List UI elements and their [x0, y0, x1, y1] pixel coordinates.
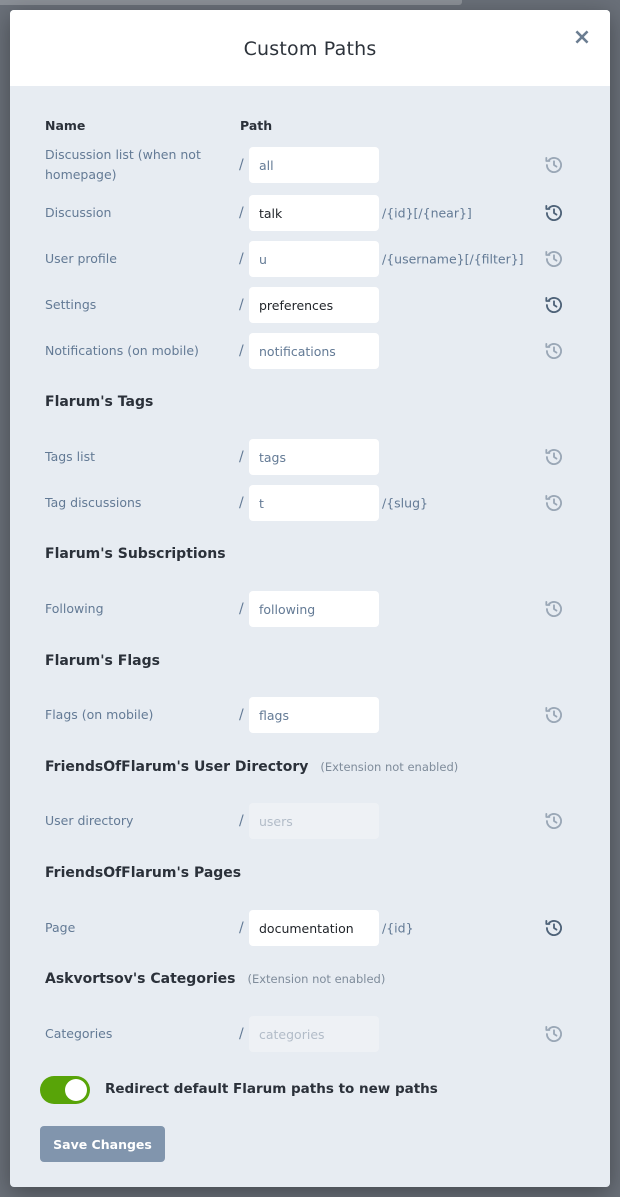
path-input [249, 803, 379, 839]
path-slash: / [239, 920, 244, 936]
history-icon[interactable] [544, 1024, 564, 1044]
modal-header: Custom Paths × [10, 10, 610, 86]
path-input[interactable] [249, 241, 379, 277]
path-row-label: Flags (on mobile) [45, 707, 154, 722]
path-row: Discussion list (when not homepage) / [10, 147, 610, 183]
path-slash: / [239, 157, 244, 173]
path-slash: / [239, 707, 244, 723]
path-row: Following / [10, 591, 610, 627]
modal-title: Custom Paths [243, 38, 377, 60]
history-icon[interactable] [544, 493, 564, 513]
path-row-label: Categories [45, 1026, 113, 1041]
section-title-text: Askvortsov's Categories [45, 971, 236, 987]
path-row-label: Settings [45, 297, 97, 312]
path-input[interactable] [249, 591, 379, 627]
path-slash: / [239, 495, 244, 511]
history-icon[interactable] [544, 341, 564, 361]
toggle-knob [65, 1079, 87, 1101]
section-title: FriendsOfFlarum's Pages [45, 865, 241, 881]
section-title: Flarum's Subscriptions [45, 546, 226, 562]
path-row: User directory / [10, 803, 610, 839]
redirect-toggle-label: Redirect default Flarum paths to new pat… [105, 1081, 438, 1097]
path-input[interactable] [249, 697, 379, 733]
custom-paths-modal: Custom Paths × Name Path Redirect defaul… [10, 10, 610, 1187]
path-input[interactable] [249, 195, 379, 231]
path-row-label: User profile [45, 251, 117, 266]
path-input[interactable] [249, 910, 379, 946]
path-row: Page / /{id} [10, 910, 610, 946]
redirect-toggle[interactable] [40, 1076, 90, 1104]
section-title: Askvortsov's Categories (Extension not en… [45, 971, 385, 987]
history-icon[interactable] [544, 599, 564, 619]
history-icon[interactable] [544, 705, 564, 725]
path-row: Settings / [10, 287, 610, 323]
path-input[interactable] [249, 333, 379, 369]
column-header-path: Path [240, 118, 273, 133]
history-icon[interactable] [544, 249, 564, 269]
path-row: User profile / /{username}[/{filter}] [10, 241, 610, 277]
section-title-text: FriendsOfFlarum's Pages [45, 865, 242, 881]
path-row-label: User directory [45, 813, 134, 828]
history-icon[interactable] [544, 918, 564, 938]
section-title: FriendsOfFlarum's User Directory (Extensi… [45, 759, 458, 775]
path-slash: / [239, 251, 244, 267]
section-title-text: FriendsOfFlarum's User Directory [45, 759, 309, 775]
path-row: Categories / [10, 1016, 610, 1052]
close-icon[interactable]: × [572, 27, 592, 49]
section-title: Flarum's Flags [45, 653, 160, 669]
path-slash: / [239, 205, 244, 221]
path-row-label: Discussion [45, 205, 112, 220]
path-slash: / [239, 813, 244, 829]
path-input [249, 1016, 379, 1052]
column-header-name: Name [45, 118, 86, 133]
history-icon[interactable] [544, 203, 564, 223]
path-row-label: Following [45, 601, 104, 616]
path-row-label: Notifications (on mobile) [45, 343, 199, 358]
backdrop-scrollbar [0, 0, 462, 5]
path-row-label: Tag discussions [45, 495, 142, 510]
history-icon[interactable] [544, 811, 564, 831]
section-note: (Extension not enabled) [320, 760, 459, 774]
modal-body: Name Path Redirect default Flarum paths … [10, 86, 610, 1187]
path-suffix: /{id}[/{near}] [382, 205, 472, 221]
section-title-text: Flarum's Subscriptions [45, 546, 226, 562]
path-input[interactable] [249, 287, 379, 323]
path-suffix: /{id} [382, 920, 414, 936]
path-input[interactable] [249, 439, 379, 475]
path-slash: / [239, 601, 244, 617]
path-slash: / [239, 297, 244, 313]
path-row: Discussion / /{id}[/{near}] [10, 195, 610, 231]
path-suffix: /{username}[/{filter}] [382, 251, 524, 267]
path-row: Tag discussions / /{slug} [10, 485, 610, 521]
section-title-text: Flarum's Flags [45, 653, 160, 669]
path-row: Flags (on mobile) / [10, 697, 610, 733]
history-icon[interactable] [544, 295, 564, 315]
path-input[interactable] [249, 485, 379, 521]
path-row-label: Discussion list (when not homepage) [45, 147, 201, 182]
path-row: Notifications (on mobile) / [10, 333, 610, 369]
section-title: Flarum's Tags [45, 394, 153, 410]
history-icon[interactable] [544, 447, 564, 467]
path-slash: / [239, 1026, 244, 1042]
path-suffix: /{slug} [382, 495, 428, 511]
path-slash: / [239, 343, 244, 359]
section-title-text: Flarum's Tags [45, 394, 154, 410]
history-icon[interactable] [544, 155, 564, 175]
section-note: (Extension not enabled) [247, 972, 386, 986]
path-row: Tags list / [10, 439, 610, 475]
path-input[interactable] [249, 147, 379, 183]
path-row-label: Page [45, 920, 76, 935]
path-row-label: Tags list [45, 449, 96, 464]
save-changes-button[interactable]: Save Changes [40, 1126, 165, 1162]
path-slash: / [239, 449, 244, 465]
